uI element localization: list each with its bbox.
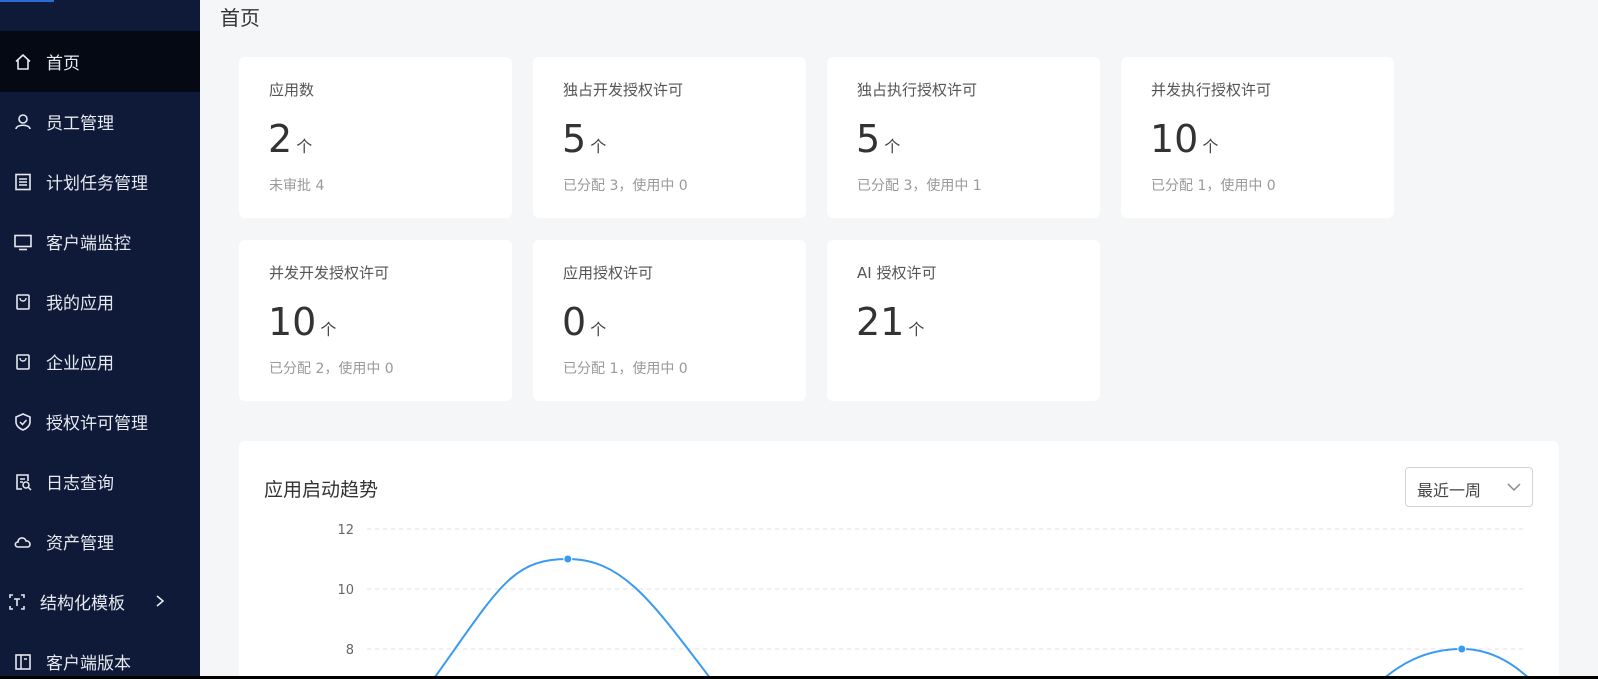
app-bag-icon <box>12 291 34 313</box>
trend-chart: 8 10 12 <box>337 523 1528 676</box>
data-point[interactable] <box>563 554 573 564</box>
stat-value: 21 个 <box>856 300 925 344</box>
sidebar-item-label: 客户端版本 <box>46 654 131 674</box>
stat-card-exclusive-exec: 独占执行授权许可 5个 已分配 3，使用中 1 <box>827 57 1100 218</box>
stat-sub: 已分配 3，使用中 1 <box>857 178 982 194</box>
stat-sub: 已分配 3，使用中 0 <box>563 178 688 194</box>
sidebar-item-label: 资产管理 <box>46 534 114 554</box>
stat-value: 5个 <box>856 117 901 161</box>
sidebar-item-label: 首页 <box>46 54 80 74</box>
sidebar-item-label: 日志查询 <box>46 474 114 494</box>
app-launch-trend-card: 8 10 12 应用启动趋势 最近一周 <box>239 441 1559 676</box>
sidebar-item-license-management[interactable]: 授权许可管理 <box>0 391 200 452</box>
task-list-icon <box>12 171 34 193</box>
stat-card-app-count: 应用数 2个 未审批 4 <box>239 57 512 218</box>
stat-value: 0个 <box>562 300 607 344</box>
sidebar-item-label: 员工管理 <box>46 114 114 134</box>
time-range-select[interactable]: 最近一周 <box>1405 467 1533 507</box>
user-icon <box>12 111 34 133</box>
stat-card-concurrent-dev: 并发开发授权许可 10 个 已分配 2，使用中 0 <box>239 240 512 401</box>
template-scan-icon <box>6 591 28 613</box>
chart-title: 应用启动趋势 <box>264 479 379 501</box>
sidebar-item-scheduled-tasks[interactable]: 计划任务管理 <box>0 151 200 212</box>
time-range-value: 最近一周 <box>1417 481 1482 500</box>
sidebar-item-label: 计划任务管理 <box>46 174 148 194</box>
trend-line <box>434 557 1528 676</box>
sidebar-item-structured-templates[interactable]: 结构化模板 <box>0 571 200 632</box>
stat-label: 应用数 <box>269 81 315 99</box>
stat-value: 2个 <box>268 117 313 161</box>
sidebar-item-home[interactable]: 首页 <box>0 31 200 92</box>
home-icon <box>12 51 34 73</box>
sidebar-item-my-apps[interactable]: 我的应用 <box>0 271 200 332</box>
chevron-down-icon <box>1507 483 1521 492</box>
stat-sub: 未审批 4 <box>269 178 325 194</box>
log-search-icon <box>12 471 34 493</box>
sidebar-item-label: 客户端监控 <box>46 234 131 254</box>
logo-edge <box>0 0 54 2</box>
page-title: 首页 <box>220 6 260 30</box>
stat-label: 并发执行授权许可 <box>1151 81 1272 99</box>
stat-card-exclusive-dev: 独占开发授权许可 5个 已分配 3，使用中 0 <box>533 57 806 218</box>
stat-label: 独占执行授权许可 <box>857 81 978 99</box>
stat-label: 应用授权许可 <box>563 264 654 282</box>
stat-card-ai-license: AI 授权许可 21 个 <box>827 240 1100 401</box>
chevron-right-icon <box>156 595 165 607</box>
shield-check-icon <box>12 411 34 433</box>
stat-value: 10 个 <box>268 300 337 344</box>
stat-card-app-license: 应用授权许可 0个 已分配 1，使用中 0 <box>533 240 806 401</box>
y-tick-label: 8 <box>346 643 354 658</box>
sidebar-item-client-monitor[interactable]: 客户端监控 <box>0 211 200 272</box>
stat-label: 并发开发授权许可 <box>269 264 390 282</box>
sidebar: 首页 员工管理 计划任务管理 客户端监控 我的应用 企业应用 授权许可管理 日志… <box>0 0 200 676</box>
stat-sub: 已分配 2，使用中 0 <box>269 361 394 377</box>
stat-sub: 已分配 1，使用中 0 <box>563 361 688 377</box>
stat-label: AI 授权许可 <box>857 264 937 282</box>
version-book-icon <box>12 651 34 673</box>
sidebar-item-client-version[interactable]: 客户端版本 <box>0 631 200 676</box>
sidebar-item-assets[interactable]: 资产管理 <box>0 511 200 572</box>
sidebar-item-employees[interactable]: 员工管理 <box>0 91 200 152</box>
sidebar-item-label: 授权许可管理 <box>46 414 148 434</box>
sidebar-item-label: 结构化模板 <box>40 594 125 614</box>
stat-value: 5个 <box>562 117 607 161</box>
y-tick-label: 10 <box>337 583 354 598</box>
sidebar-item-log-query[interactable]: 日志查询 <box>0 451 200 512</box>
data-point[interactable] <box>1457 644 1467 654</box>
y-tick-label: 12 <box>337 523 354 538</box>
stat-sub: 已分配 1，使用中 0 <box>1151 178 1276 194</box>
stat-value: 10 个 <box>1150 117 1219 161</box>
main-content: 首页 应用数 2个 未审批 4 独占开发授权许可 5个 已分配 3，使用中 0 … <box>200 0 1598 676</box>
sidebar-item-label: 企业应用 <box>46 354 114 374</box>
enterprise-app-icon <box>12 351 34 373</box>
sidebar-item-enterprise-apps[interactable]: 企业应用 <box>0 331 200 392</box>
monitor-icon <box>12 231 34 253</box>
cloud-icon <box>12 531 34 553</box>
sidebar-item-label: 我的应用 <box>46 294 114 314</box>
stat-card-concurrent-exec: 并发执行授权许可 10 个 已分配 1，使用中 0 <box>1121 57 1394 218</box>
stat-label: 独占开发授权许可 <box>563 81 684 99</box>
